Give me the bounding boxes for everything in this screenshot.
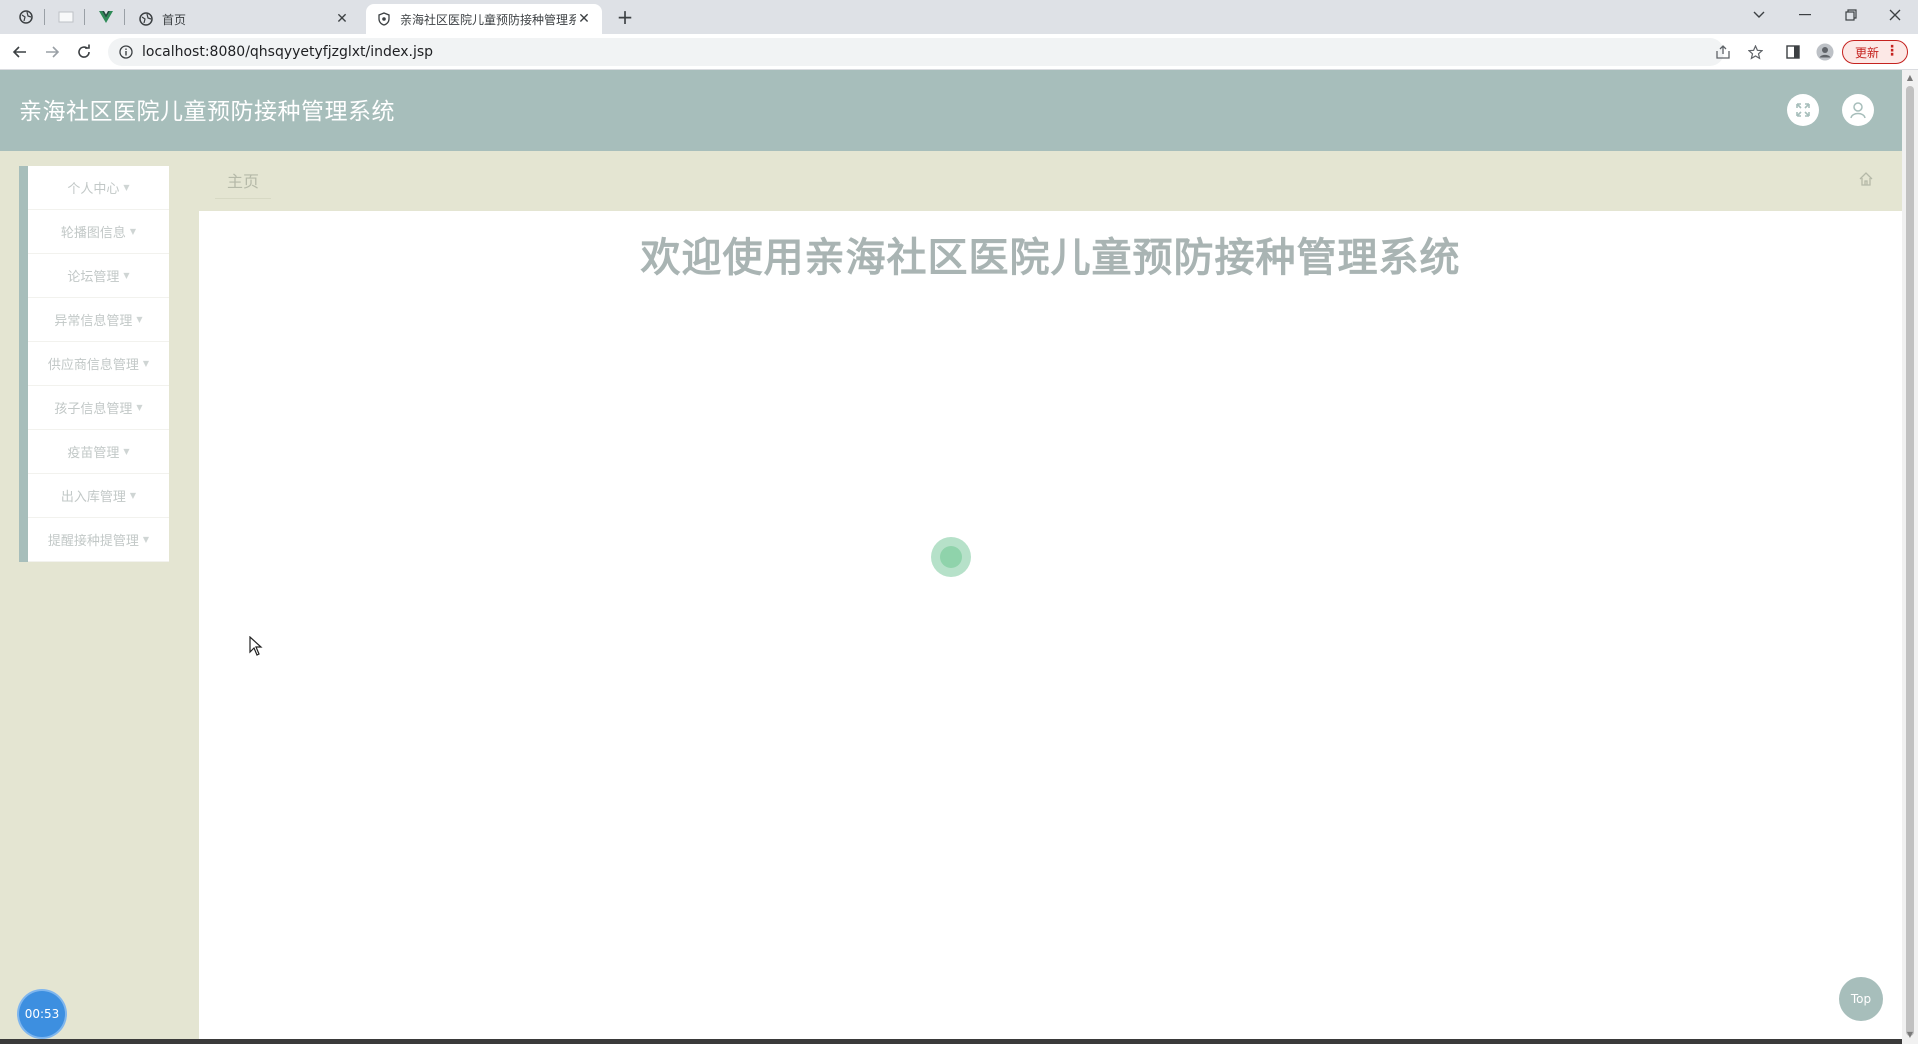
globe-icon — [138, 11, 154, 27]
user-icon — [1850, 102, 1866, 119]
sidebar-item-reminders[interactable]: 提醒接种提管理 ▼ — [28, 518, 169, 562]
taskbar-edge — [0, 1039, 1902, 1044]
reload-icon[interactable] — [72, 40, 96, 64]
address-bar[interactable]: localhost:8080/qhsqyyetyfjzglxt/index.js… — [108, 38, 1724, 66]
tab-separator — [84, 9, 85, 25]
blank-page-icon — [58, 11, 74, 23]
sidebar-item-label: 提醒接种提管理 — [47, 534, 139, 549]
home-icon[interactable] — [1858, 171, 1874, 187]
sidebar-item-label: 疫苗管理 — [67, 446, 120, 461]
sidebar-item-label: 孩子信息管理 — [54, 402, 133, 417]
scroll-down-arrow-icon[interactable]: ▼ — [1905, 1030, 1915, 1040]
restore-icon[interactable] — [1828, 0, 1874, 30]
tab-search-chevron-icon[interactable] — [1736, 0, 1782, 30]
sidebar-item-label: 异常信息管理 — [54, 314, 133, 329]
sidebar-menu: 个人中心 ▼ 轮播图信息 ▼ 论坛管理 ▼ 异常信息管理 ▼ 供应商信息管理 ▼ 孩子信息… — [19, 166, 169, 562]
side-panel-icon[interactable] — [1782, 41, 1804, 63]
scrollbar-thumb[interactable] — [1906, 86, 1914, 1036]
vue-logo-icon — [99, 11, 113, 23]
update-label: 更新 — [1855, 45, 1880, 60]
welcome-heading: 欢迎使用亲海社区医院儿童预防接种管理系统 — [640, 235, 1461, 281]
caret-down-icon: ▼ — [129, 227, 137, 236]
pinned-tab-2[interactable] — [54, 6, 78, 28]
tab-separator — [124, 9, 125, 25]
sidebar-item-personal-center[interactable]: 个人中心 ▼ — [28, 166, 169, 210]
back-arrow-icon[interactable] — [8, 40, 32, 64]
tab-active-app[interactable]: 亲海社区医院儿童预防接种管理系统 ✕ — [366, 4, 602, 34]
bookmark-star-icon[interactable] — [1744, 41, 1766, 63]
browser-toolbar: localhost:8080/qhsqyyetyfjzglxt/index.js… — [0, 34, 1918, 70]
main-content: 欢迎使用亲海社区医院儿童预防接种管理系统 Top — [199, 211, 1902, 1039]
sidebar-item-vaccines[interactable]: 疫苗管理 ▼ — [28, 430, 169, 474]
caret-down-icon: ▼ — [123, 183, 130, 192]
caret-down-icon: ▼ — [136, 403, 143, 412]
sidebar-item-exceptions[interactable]: 异常信息管理 ▼ — [28, 298, 169, 342]
caret-down-icon: ▼ — [129, 491, 137, 500]
tab-separator — [44, 9, 45, 25]
close-tab-icon[interactable]: ✕ — [334, 11, 350, 27]
breadcrumb-home[interactable]: 主页 — [215, 161, 272, 199]
sidebar-item-suppliers[interactable]: 供应商信息管理 ▼ — [28, 342, 169, 386]
caret-down-icon: ▼ — [142, 359, 150, 368]
sidebar-item-label: 个人中心 — [67, 182, 120, 197]
sidebar-item-inventory[interactable]: 出入库管理 ▼ — [28, 474, 169, 518]
app-body: 个人中心 ▼ 轮播图信息 ▼ 论坛管理 ▼ 异常信息管理 ▼ 供应商信息管理 ▼ 孩子信息… — [0, 151, 1902, 1044]
browser-tab-strip: 首页 ✕ 亲海社区医院儿童预防接种管理系统 ✕ + — [0, 0, 1918, 34]
back-to-top-button[interactable]: Top — [1839, 977, 1883, 1021]
timer-badge[interactable]: 00:53 — [19, 991, 65, 1037]
mouse-cursor-icon — [249, 636, 263, 656]
pinned-tab-1[interactable] — [14, 6, 38, 28]
sidebar-item-label: 出入库管理 — [60, 490, 126, 505]
fullscreen-button[interactable] — [1787, 94, 1819, 126]
scroll-up-arrow-icon[interactable]: ▲ — [1905, 73, 1915, 83]
app-header: 亲海社区医院儿童预防接种管理系统 — [0, 70, 1902, 151]
caret-down-icon: ▼ — [136, 315, 143, 324]
sidebar-item-children[interactable]: 孩子信息管理 ▼ — [28, 386, 169, 430]
loading-spinner — [931, 537, 971, 577]
page-scrollbar[interactable]: ▲ ▼ — [1902, 70, 1918, 1044]
fullscreen-icon — [1796, 103, 1810, 117]
sidebar-item-label: 供应商信息管理 — [47, 358, 139, 373]
more-vertical-icon[interactable]: ⋮ — [1885, 43, 1899, 59]
breadcrumb: 主页 — [199, 151, 1902, 211]
sidebar-item-label: 轮播图信息 — [60, 226, 126, 241]
spinner-core — [940, 546, 962, 568]
share-icon[interactable] — [1712, 41, 1734, 63]
close-tab-icon[interactable]: ✕ — [576, 11, 592, 27]
shield-icon — [376, 11, 392, 27]
caret-down-icon: ▼ — [123, 271, 130, 280]
user-avatar-button[interactable] — [1842, 94, 1874, 126]
sidebar-item-label: 论坛管理 — [67, 270, 120, 285]
pinned-tab-3[interactable] — [94, 6, 118, 28]
forward-arrow-icon[interactable] — [40, 40, 64, 64]
url-text: localhost:8080/qhsqyyetyfjzglxt/index.js… — [142, 44, 434, 60]
tab-title: 亲海社区医院儿童预防接种管理系统 — [400, 12, 576, 27]
close-window-icon[interactable] — [1872, 0, 1918, 30]
new-tab-plus-icon[interactable]: + — [614, 6, 636, 28]
tab-title: 首页 — [162, 12, 187, 27]
sidebar-item-forum[interactable]: 论坛管理 ▼ — [28, 254, 169, 298]
caret-down-icon: ▼ — [142, 535, 150, 544]
globe-icon — [19, 10, 33, 24]
site-info-icon[interactable] — [118, 44, 134, 60]
update-button[interactable]: 更新 ⋮ — [1842, 40, 1908, 64]
sidebar-item-carousel[interactable]: 轮播图信息 ▼ — [28, 210, 169, 254]
minimize-icon[interactable] — [1782, 0, 1828, 30]
tab-home[interactable]: 首页 ✕ — [128, 4, 360, 34]
caret-down-icon: ▼ — [123, 447, 130, 456]
profile-avatar-icon[interactable] — [1814, 41, 1836, 63]
app-title: 亲海社区医院儿童预防接种管理系统 — [19, 99, 395, 125]
